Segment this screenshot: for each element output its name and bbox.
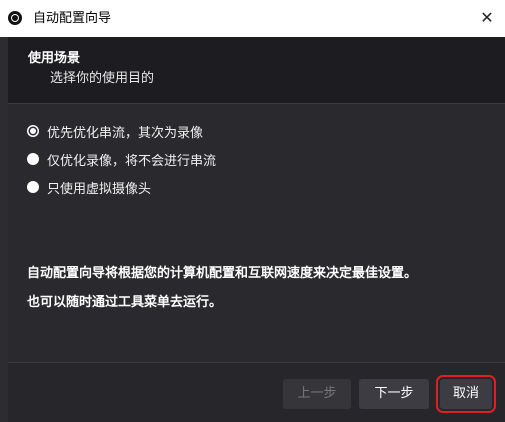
close-button[interactable]: ✕ — [477, 8, 497, 28]
option-optimize-recording[interactable]: 仅优化录像，将不会进行串流 — [27, 150, 217, 169]
info-text-line1: 自动配置向导将根据您的计算机配置和互联网速度来决定最佳设置。 — [27, 266, 418, 281]
title-bar: 自动配置向导 ✕ — [0, 0, 505, 37]
wizard-header: 使用场景 选择你的使用目的 — [8, 37, 505, 103]
window-title: 自动配置向导 — [33, 11, 112, 26]
left-edge-strip — [0, 37, 8, 422]
option-label: 优先优化串流，其次为录像 — [47, 125, 204, 141]
cancel-button[interactable]: 取消 — [436, 375, 496, 413]
radio-unchecked-icon[interactable] — [27, 153, 39, 165]
page-subtitle: 选择你的使用目的 — [50, 71, 155, 86]
obs-logo-icon — [8, 11, 22, 25]
wizard-content: 优先优化串流，其次为录像 仅优化录像，将不会进行串流 只使用虚拟摄像头 自动配置… — [8, 103, 505, 362]
next-button[interactable]: 下一步 — [359, 379, 429, 409]
page-title: 使用场景 — [28, 51, 81, 66]
info-text-line2: 也可以随时通过工具菜单去运行。 — [27, 295, 223, 310]
option-label: 只使用虚拟摄像头 — [47, 181, 152, 197]
radio-checked-icon[interactable] — [27, 125, 39, 137]
wizard-footer: 上一步 下一步 取消 — [8, 362, 505, 422]
radio-unchecked-icon[interactable] — [27, 181, 39, 193]
auto-config-wizard-window: 自动配置向导 ✕ 使用场景 选择你的使用目的 优先优化串流，其次为录像 仅优化录… — [0, 0, 505, 422]
previous-button[interactable]: 上一步 — [283, 379, 351, 409]
option-virtual-camera[interactable]: 只使用虚拟摄像头 — [27, 178, 152, 197]
option-optimize-streaming[interactable]: 优先优化串流，其次为录像 — [27, 122, 204, 141]
option-label: 仅优化录像，将不会进行串流 — [47, 153, 217, 169]
